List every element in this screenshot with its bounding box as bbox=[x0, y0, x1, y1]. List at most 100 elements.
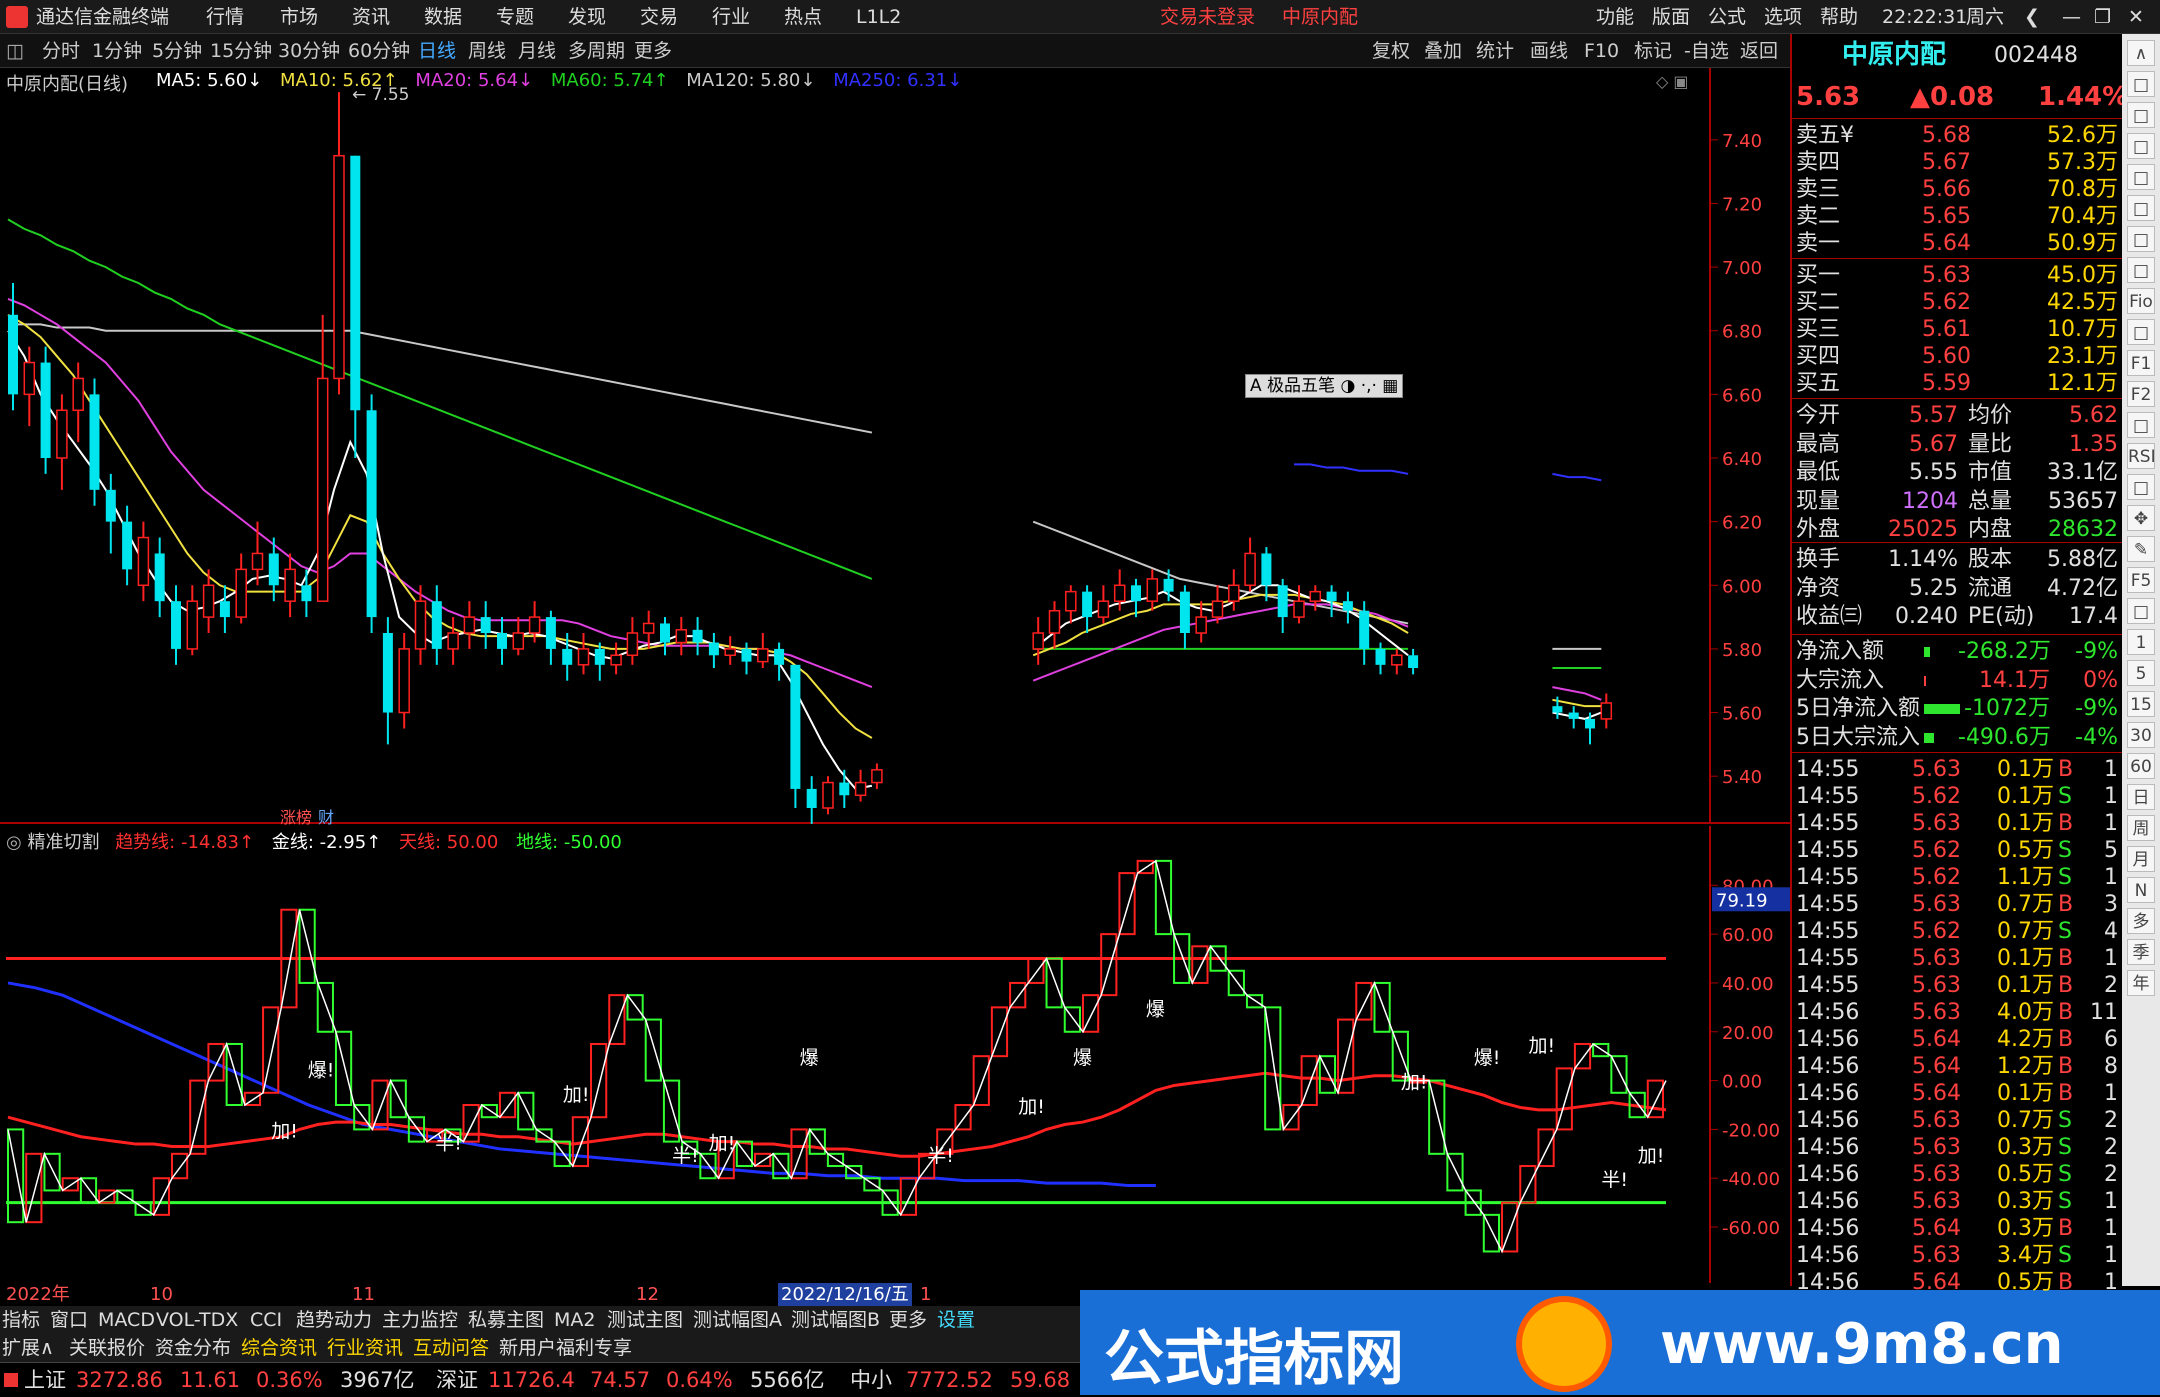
period-tab-10[interactable]: 更多 bbox=[634, 38, 672, 64]
side-icon-1[interactable]: □ bbox=[2127, 71, 2155, 97]
indicator-tab-8[interactable]: MA2 bbox=[554, 1308, 595, 1332]
period-tab-7[interactable]: 周线 bbox=[468, 38, 506, 64]
side-icon-24[interactable]: 日 bbox=[2127, 784, 2155, 810]
market-2-name[interactable]: 中小 bbox=[850, 1367, 892, 1393]
side-icon-7[interactable]: □ bbox=[2127, 257, 2155, 283]
menu-item-5[interactable]: 发现 bbox=[568, 4, 606, 30]
side-icon-12[interactable]: □ bbox=[2127, 412, 2155, 438]
tool-btn-0[interactable]: 复权 bbox=[1372, 38, 1410, 64]
tool-btn-5[interactable]: 标记 bbox=[1634, 38, 1672, 64]
tool-btn-3[interactable]: 画线 bbox=[1530, 38, 1568, 64]
side-icon-22[interactable]: 30 bbox=[2127, 722, 2155, 748]
side-icon-26[interactable]: 月 bbox=[2127, 846, 2155, 872]
period-tab-2[interactable]: 5分钟 bbox=[152, 38, 202, 64]
tag-rank[interactable]: 涨榜 bbox=[280, 804, 312, 828]
info-tab-3[interactable]: 综合资讯 bbox=[241, 1336, 317, 1360]
side-icon-17[interactable]: F5 bbox=[2127, 567, 2155, 593]
period-tab-4[interactable]: 30分钟 bbox=[278, 38, 340, 64]
right-menu-3[interactable]: 选项 bbox=[1764, 4, 1802, 30]
indicator-tab-2[interactable]: MACD bbox=[98, 1308, 155, 1332]
period-tab-9[interactable]: 多周期 bbox=[568, 38, 625, 64]
menu-item-6[interactable]: 交易 bbox=[640, 4, 678, 30]
side-icon-9[interactable]: □ bbox=[2127, 319, 2155, 345]
period-tab-3[interactable]: 15分钟 bbox=[210, 38, 272, 64]
tool-btn-6[interactable]: -自选 bbox=[1684, 38, 1729, 64]
side-icon-10[interactable]: F1 bbox=[2127, 350, 2155, 376]
side-icon-16[interactable]: ✎ bbox=[2127, 536, 2155, 562]
tag-fin[interactable]: 财 bbox=[318, 804, 334, 828]
market-0-name[interactable]: 上证 bbox=[24, 1367, 66, 1393]
side-icon-29[interactable]: 季 bbox=[2127, 939, 2155, 965]
side-icon-14[interactable]: □ bbox=[2127, 474, 2155, 500]
side-icon-3[interactable]: □ bbox=[2127, 133, 2155, 159]
indicator-tab-7[interactable]: 私募主图 bbox=[468, 1308, 544, 1332]
tool-btn-7[interactable]: 返回 bbox=[1740, 38, 1778, 64]
side-icon-27[interactable]: N bbox=[2127, 877, 2155, 903]
ime-popup[interactable]: A 极品五笔 ◑ ·,· ▦ bbox=[1245, 374, 1404, 398]
restore-icon[interactable]: ❐ bbox=[2094, 4, 2111, 30]
side-icon-21[interactable]: 15 bbox=[2127, 691, 2155, 717]
minimize-icon[interactable]: — bbox=[2062, 4, 2081, 30]
indicator-tab-12[interactable]: 更多 bbox=[889, 1308, 927, 1332]
side-icon-6[interactable]: □ bbox=[2127, 226, 2155, 252]
period-tab-6[interactable]: 日线 bbox=[418, 38, 456, 64]
menu-item-1[interactable]: 市场 bbox=[280, 4, 318, 30]
menu-item-7[interactable]: 行业 bbox=[712, 4, 750, 30]
side-icon-30[interactable]: 年 bbox=[2127, 970, 2155, 996]
side-icon-23[interactable]: 60 bbox=[2127, 753, 2155, 779]
right-menu-4[interactable]: 帮助 bbox=[1820, 4, 1858, 30]
login-status[interactable]: 交易未登录 bbox=[1160, 4, 1255, 30]
menu-item-9[interactable]: L1L2 bbox=[856, 4, 901, 30]
info-tab-1[interactable]: 关联报价 bbox=[69, 1336, 145, 1360]
menu-item-2[interactable]: 资讯 bbox=[352, 4, 390, 30]
side-icon-18[interactable]: □ bbox=[2127, 598, 2155, 624]
side-icon-8[interactable]: Fio bbox=[2127, 288, 2155, 314]
indicator-tab-5[interactable]: 趋势动力 bbox=[296, 1308, 372, 1332]
side-icon-28[interactable]: 多 bbox=[2127, 908, 2155, 934]
side-icon-13[interactable]: RSI bbox=[2127, 443, 2156, 469]
sub-collapse-icon[interactable]: ◎ bbox=[6, 832, 22, 853]
side-icon-15[interactable]: ✥ bbox=[2127, 505, 2155, 531]
menu-item-8[interactable]: 热点 bbox=[784, 4, 822, 30]
tool-btn-2[interactable]: 统计 bbox=[1476, 38, 1514, 64]
indicator-tab-1[interactable]: 窗口 bbox=[50, 1308, 88, 1332]
indicator-tab-11[interactable]: 测试幅图B bbox=[791, 1308, 880, 1332]
chart-settings-icon[interactable]: ◇ ▣ bbox=[1656, 72, 1689, 91]
side-icon-5[interactable]: □ bbox=[2127, 195, 2155, 221]
tool-btn-1[interactable]: 叠加 bbox=[1424, 38, 1462, 64]
main-kline-chart[interactable]: 7.40 7.20 7.00 6.80 6.60 6.40 6.20 6.00 5.80 5.60… bbox=[0, 68, 1790, 824]
back-arrow-icon[interactable]: ❮ bbox=[2024, 4, 2040, 30]
info-tab-2[interactable]: 资金分布 bbox=[155, 1336, 231, 1360]
right-menu-2[interactable]: 公式 bbox=[1708, 4, 1746, 30]
market-1-name[interactable]: 深证 bbox=[436, 1367, 478, 1393]
side-icon-25[interactable]: 周 bbox=[2127, 815, 2155, 841]
side-icon-0[interactable]: ∧ bbox=[2127, 40, 2155, 66]
info-tab-6[interactable]: 新用户福利专享 bbox=[499, 1336, 632, 1360]
menu-item-4[interactable]: 专题 bbox=[496, 4, 534, 30]
side-icon-2[interactable]: □ bbox=[2127, 102, 2155, 128]
side-icon-11[interactable]: F2 bbox=[2127, 381, 2155, 407]
indicator-tab-10[interactable]: 测试幅图A bbox=[693, 1308, 782, 1332]
period-tab-5[interactable]: 60分钟 bbox=[348, 38, 410, 64]
info-tab-4[interactable]: 行业资讯 bbox=[327, 1336, 403, 1360]
side-icon-4[interactable]: □ bbox=[2127, 164, 2155, 190]
indicator-tab-3[interactable]: VOL-TDX bbox=[156, 1308, 238, 1332]
period-tab-0[interactable]: 分时 bbox=[42, 38, 80, 64]
menu-item-0[interactable]: 行情 bbox=[206, 4, 244, 30]
tool-btn-4[interactable]: F10 bbox=[1584, 38, 1619, 64]
toolbar-menu-icon[interactable]: ◫ bbox=[6, 38, 24, 64]
info-tab-5[interactable]: 互动问答 bbox=[413, 1336, 489, 1360]
side-icon-20[interactable]: 5 bbox=[2127, 660, 2155, 686]
side-icon-19[interactable]: 1 bbox=[2127, 629, 2155, 655]
right-menu-1[interactable]: 版面 bbox=[1652, 4, 1690, 30]
sub-indicator-chart[interactable]: 80.0060.0040.0020.000.00-20.00-40.00-60.… bbox=[0, 826, 1790, 1283]
period-tab-1[interactable]: 1分钟 bbox=[92, 38, 142, 64]
menu-item-3[interactable]: 数据 bbox=[424, 4, 462, 30]
indicator-tab-9[interactable]: 测试主图 bbox=[607, 1308, 683, 1332]
indicator-tab-13[interactable]: 设置 bbox=[937, 1308, 975, 1332]
period-tab-8[interactable]: 月线 bbox=[518, 38, 556, 64]
indicator-tab-0[interactable]: 指标 bbox=[2, 1308, 40, 1332]
indicator-tab-6[interactable]: 主力监控 bbox=[382, 1308, 458, 1332]
right-menu-0[interactable]: 功能 bbox=[1596, 4, 1634, 30]
info-tab-0[interactable]: 扩展∧ bbox=[2, 1336, 54, 1360]
